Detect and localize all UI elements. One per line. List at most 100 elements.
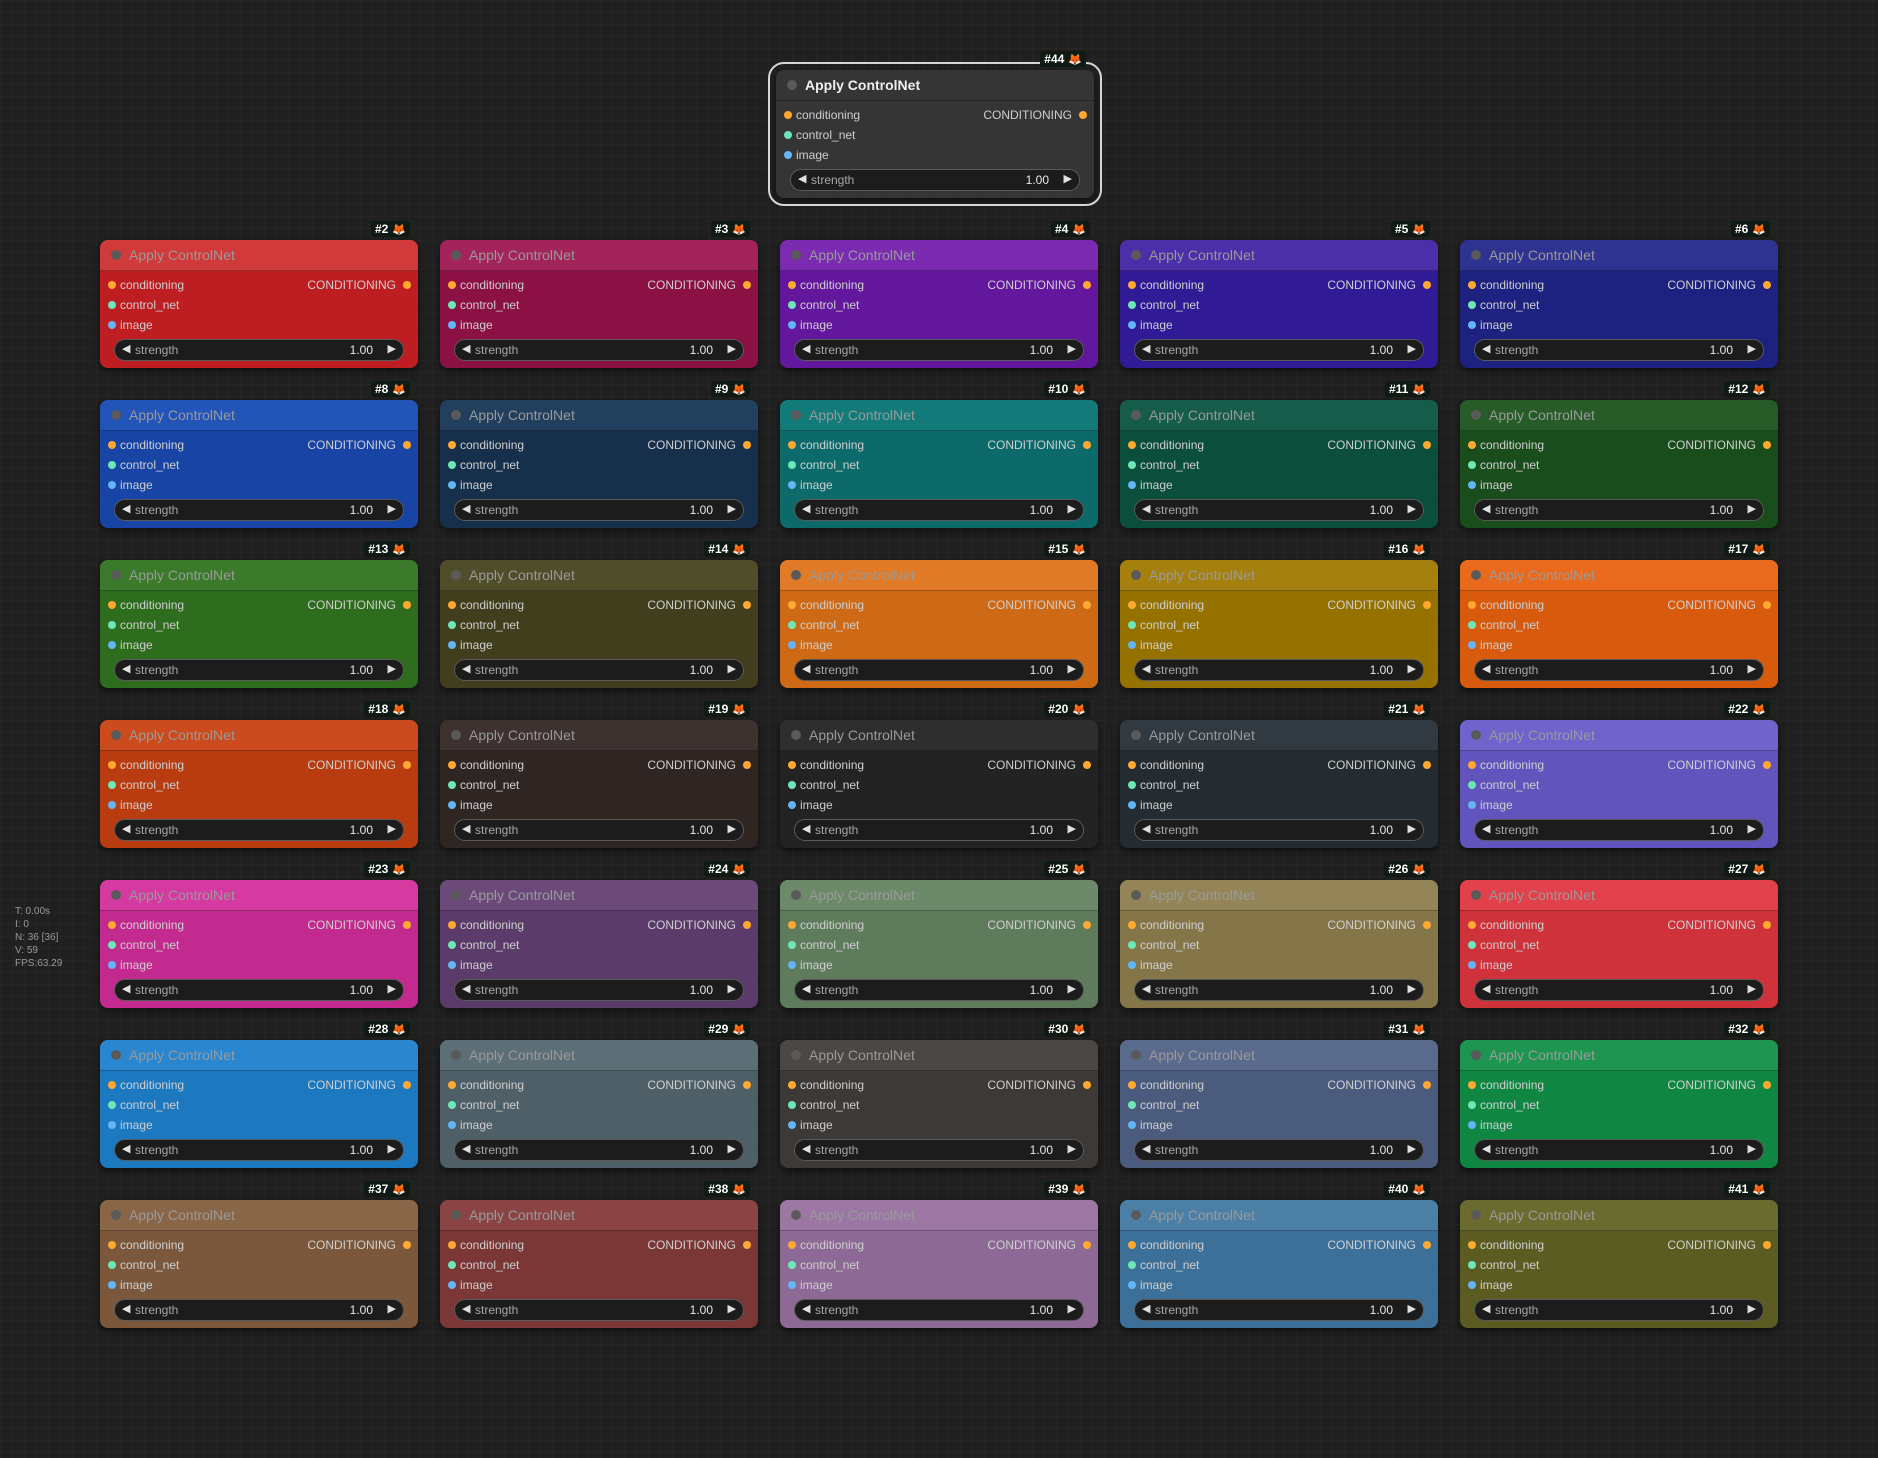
input-slot-image[interactable]: image <box>780 476 1098 494</box>
input-socket-icon[interactable] <box>108 781 116 789</box>
strength-slider[interactable]: ◀ strength 1.00 ▶ <box>114 659 404 681</box>
decrement-arrow-icon[interactable]: ◀ <box>1482 1142 1490 1155</box>
strength-value[interactable]: 1.00 <box>1710 1143 1733 1157</box>
input-slot-conditioning[interactable]: conditioning CONDITIONING <box>1460 436 1778 454</box>
input-slot-image[interactable]: image <box>1120 636 1438 654</box>
input-slot-control-net[interactable]: control_net <box>1460 1256 1778 1274</box>
decrement-arrow-icon[interactable]: ◀ <box>122 1302 130 1315</box>
input-slot-control-net[interactable]: control_net <box>100 296 418 314</box>
input-socket-icon[interactable] <box>1468 481 1476 489</box>
node-header[interactable]: Apply ControlNet <box>1120 1040 1438 1071</box>
output-socket-icon[interactable] <box>743 1081 751 1089</box>
output-socket-icon[interactable] <box>403 601 411 609</box>
decrement-arrow-icon[interactable]: ◀ <box>802 342 810 355</box>
input-socket-icon[interactable] <box>108 481 116 489</box>
input-slot-control-net[interactable]: control_net <box>440 616 758 634</box>
collapse-toggle-icon[interactable] <box>787 80 797 90</box>
apply-controlnet-node[interactable]: Apply ControlNet #16 🦊 conditioning CONDITIO… <box>1120 541 1438 688</box>
input-socket-icon[interactable] <box>448 961 456 969</box>
input-slot-image[interactable]: image <box>100 1276 418 1294</box>
input-socket-icon[interactable] <box>108 961 116 969</box>
input-slot-image[interactable]: image <box>1120 1116 1438 1134</box>
input-slot-image[interactable]: image <box>440 636 758 654</box>
output-socket-icon[interactable] <box>1083 921 1091 929</box>
decrement-arrow-icon[interactable]: ◀ <box>802 982 810 995</box>
strength-slider[interactable]: ◀ strength 1.00 ▶ <box>1134 499 1424 521</box>
input-slot-conditioning[interactable]: conditioning CONDITIONING <box>780 916 1098 934</box>
input-slot-image[interactable]: image <box>1460 1116 1778 1134</box>
input-socket-icon[interactable] <box>1128 921 1136 929</box>
collapse-toggle-icon[interactable] <box>1131 1210 1141 1220</box>
increment-arrow-icon[interactable]: ▶ <box>1408 822 1416 835</box>
input-slot-image[interactable]: image <box>100 476 418 494</box>
input-slot-conditioning[interactable]: conditioning CONDITIONING <box>780 436 1098 454</box>
decrement-arrow-icon[interactable]: ◀ <box>122 1142 130 1155</box>
output-socket-icon[interactable] <box>1079 111 1087 119</box>
strength-value[interactable]: 1.00 <box>350 503 373 517</box>
input-slot-image[interactable]: image <box>440 476 758 494</box>
node-header[interactable]: Apply ControlNet <box>1460 1200 1778 1231</box>
collapse-toggle-icon[interactable] <box>111 410 121 420</box>
input-slot-control-net[interactable]: control_net <box>100 936 418 954</box>
increment-arrow-icon[interactable]: ▶ <box>1748 1302 1756 1315</box>
input-slot-control-net[interactable]: control_net <box>780 776 1098 794</box>
input-socket-icon[interactable] <box>448 781 456 789</box>
strength-slider[interactable]: ◀ strength 1.00 ▶ <box>794 979 1084 1001</box>
increment-arrow-icon[interactable]: ▶ <box>388 1142 396 1155</box>
strength-slider[interactable]: ◀ strength 1.00 ▶ <box>1134 339 1424 361</box>
input-slot-image[interactable]: image <box>440 316 758 334</box>
apply-controlnet-node[interactable]: Apply ControlNet #15 🦊 conditioning CONDITIO… <box>780 541 1098 688</box>
input-socket-icon[interactable] <box>108 1241 116 1249</box>
strength-value[interactable]: 1.00 <box>350 1143 373 1157</box>
output-socket-icon[interactable] <box>743 761 751 769</box>
decrement-arrow-icon[interactable]: ◀ <box>462 822 470 835</box>
apply-controlnet-node[interactable]: Apply ControlNet #39 🦊 conditioning CONDITIO… <box>780 1181 1098 1328</box>
input-slot-control-net[interactable]: control_net <box>440 456 758 474</box>
input-socket-icon[interactable] <box>788 301 796 309</box>
node-header[interactable]: Apply ControlNet <box>1460 560 1778 591</box>
increment-arrow-icon[interactable]: ▶ <box>728 342 736 355</box>
strength-value[interactable]: 1.00 <box>690 823 713 837</box>
input-slot-control-net[interactable]: control_net <box>1120 1096 1438 1114</box>
input-socket-icon[interactable] <box>448 1121 456 1129</box>
input-socket-icon[interactable] <box>108 1281 116 1289</box>
input-slot-control-net[interactable]: control_net <box>780 1256 1098 1274</box>
increment-arrow-icon[interactable]: ▶ <box>1068 1142 1076 1155</box>
input-slot-conditioning[interactable]: conditioning CONDITIONING <box>1120 276 1438 294</box>
input-socket-icon[interactable] <box>1468 1241 1476 1249</box>
collapse-toggle-icon[interactable] <box>791 730 801 740</box>
input-socket-icon[interactable] <box>448 1281 456 1289</box>
increment-arrow-icon[interactable]: ▶ <box>1408 1142 1416 1155</box>
decrement-arrow-icon[interactable]: ◀ <box>802 662 810 675</box>
input-slot-control-net[interactable]: control_net <box>440 1096 758 1114</box>
input-slot-control-net[interactable]: control_net <box>100 1096 418 1114</box>
output-socket-icon[interactable] <box>403 761 411 769</box>
strength-value[interactable]: 1.00 <box>350 1303 373 1317</box>
increment-arrow-icon[interactable]: ▶ <box>388 982 396 995</box>
node-header[interactable]: Apply ControlNet <box>100 1200 418 1231</box>
input-socket-icon[interactable] <box>448 761 456 769</box>
output-socket-icon[interactable] <box>1083 761 1091 769</box>
input-socket-icon[interactable] <box>448 921 456 929</box>
node-header[interactable]: Apply ControlNet <box>780 1200 1098 1231</box>
increment-arrow-icon[interactable]: ▶ <box>1408 502 1416 515</box>
apply-controlnet-node[interactable]: Apply ControlNet #20 🦊 conditioning CONDITIO… <box>780 701 1098 848</box>
apply-controlnet-node[interactable]: Apply ControlNet #5 🦊 conditioning CONDITION… <box>1120 221 1438 368</box>
output-socket-icon[interactable] <box>1083 601 1091 609</box>
apply-controlnet-node[interactable]: Apply ControlNet #6 🦊 conditioning CONDITION… <box>1460 221 1778 368</box>
input-socket-icon[interactable] <box>1128 621 1136 629</box>
apply-controlnet-node[interactable]: Apply ControlNet #19 🦊 conditioning CONDITIO… <box>440 701 758 848</box>
input-slot-conditioning[interactable]: conditioning CONDITIONING <box>780 596 1098 614</box>
decrement-arrow-icon[interactable]: ◀ <box>1142 822 1150 835</box>
node-header[interactable]: Apply ControlNet <box>440 560 758 591</box>
input-socket-icon[interactable] <box>788 961 796 969</box>
increment-arrow-icon[interactable]: ▶ <box>1748 822 1756 835</box>
strength-slider[interactable]: ◀ strength 1.00 ▶ <box>1134 1299 1424 1321</box>
increment-arrow-icon[interactable]: ▶ <box>1748 662 1756 675</box>
strength-slider[interactable]: ◀ strength 1.00 ▶ <box>1134 659 1424 681</box>
node-header[interactable]: Apply ControlNet <box>780 240 1098 271</box>
collapse-toggle-icon[interactable] <box>451 410 461 420</box>
input-slot-conditioning[interactable]: conditioning CONDITIONING <box>440 436 758 454</box>
input-socket-icon[interactable] <box>448 301 456 309</box>
increment-arrow-icon[interactable]: ▶ <box>1068 662 1076 675</box>
